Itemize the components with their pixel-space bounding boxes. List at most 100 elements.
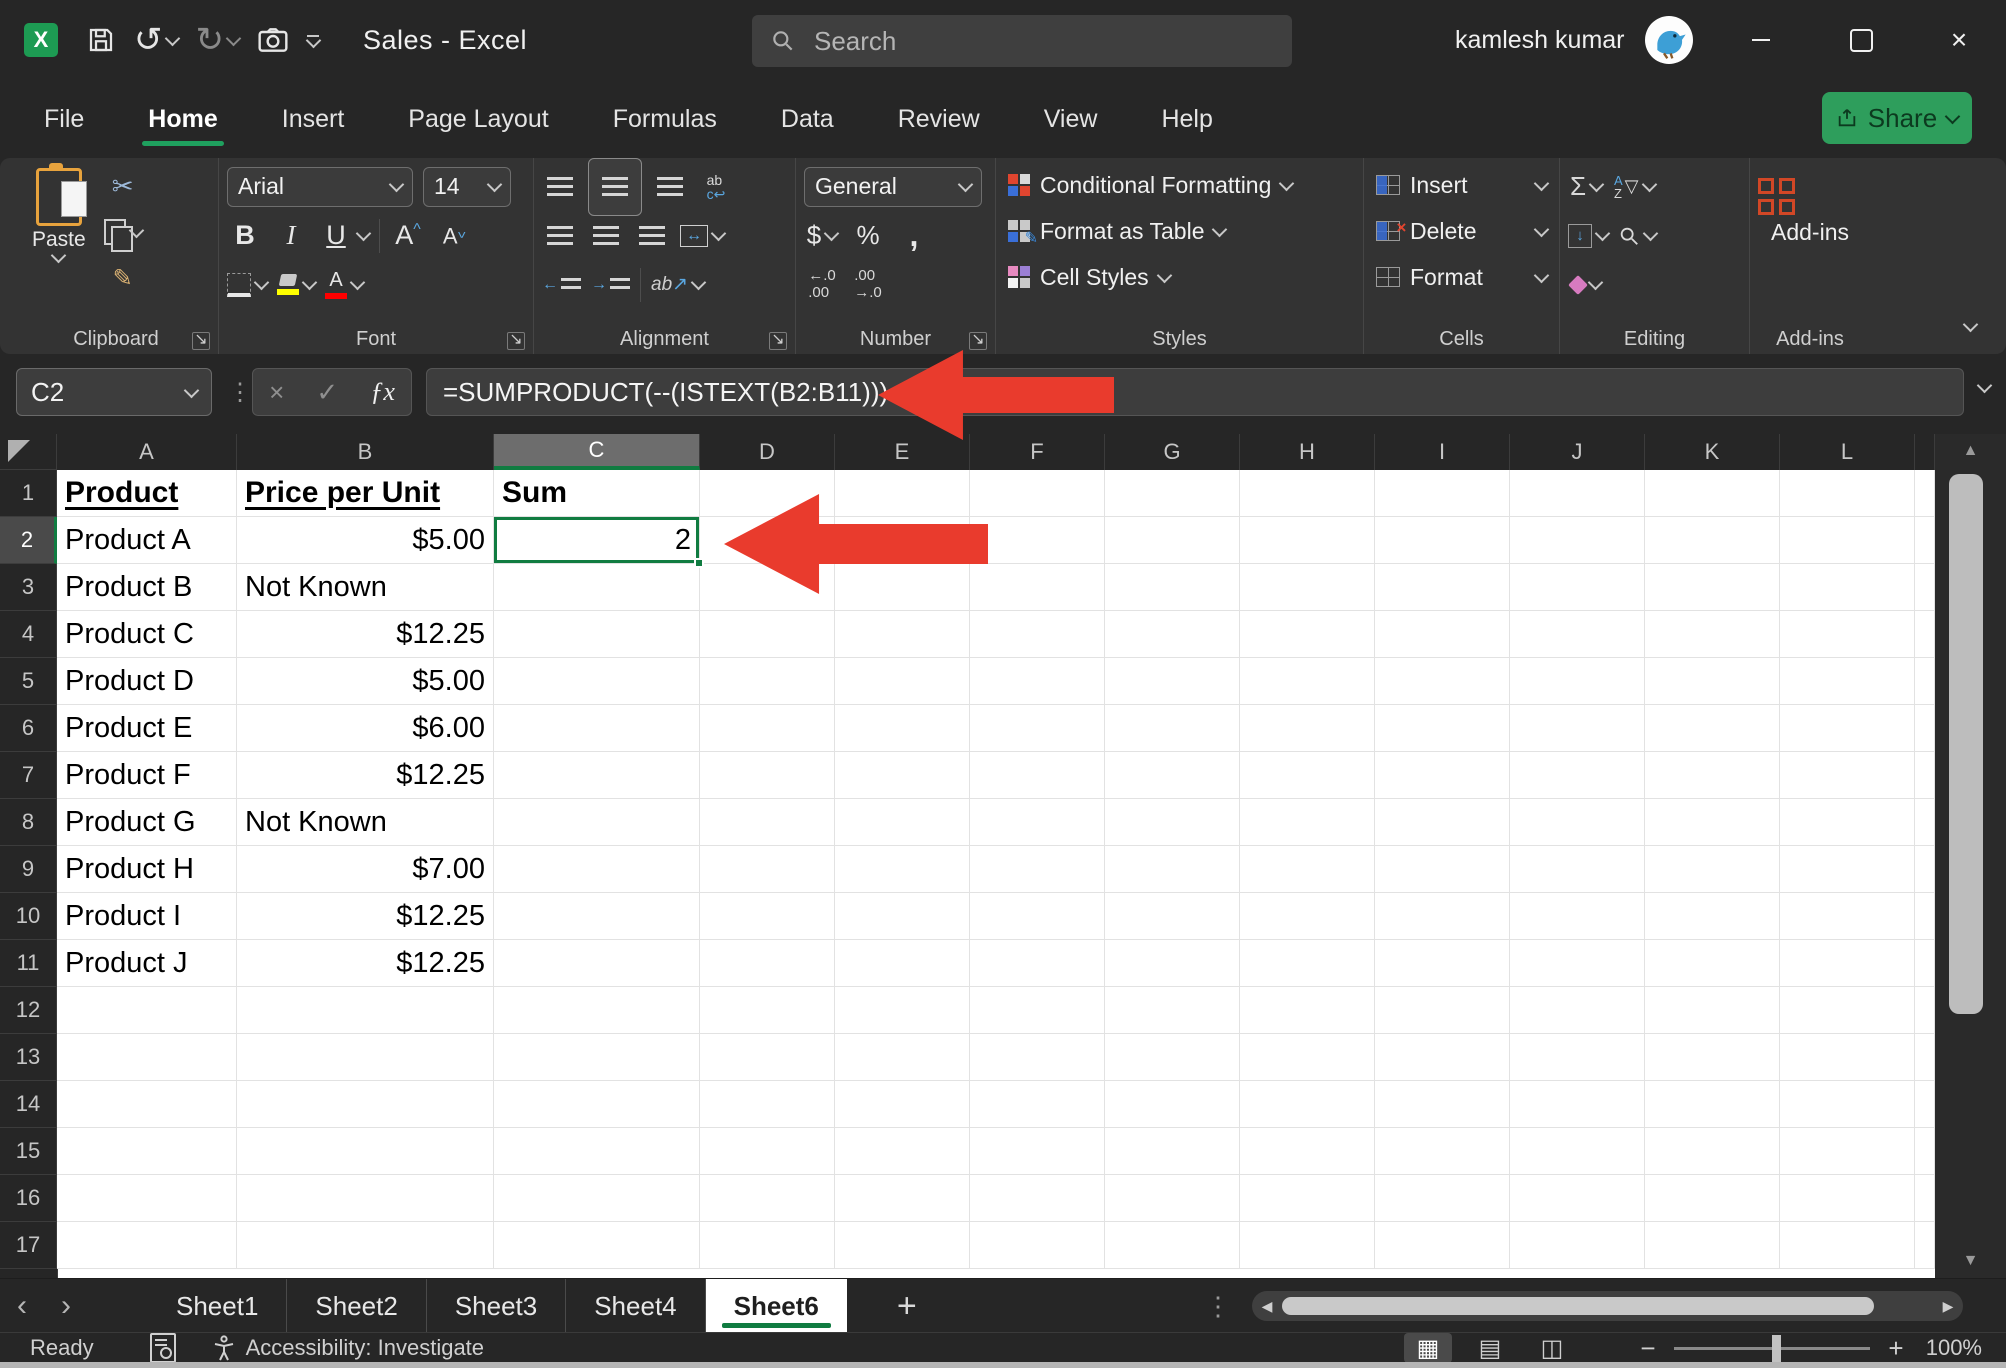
cell-I17[interactable] — [1375, 1222, 1510, 1269]
cell-H11[interactable] — [1240, 940, 1375, 987]
cell-C14[interactable] — [494, 1081, 700, 1128]
align-left-button[interactable] — [542, 216, 578, 256]
cell-F17[interactable] — [970, 1222, 1105, 1269]
cell-G1[interactable] — [1105, 470, 1240, 517]
cell-A5[interactable]: Product D — [57, 658, 237, 705]
borders-button[interactable] — [227, 265, 267, 305]
zoom-slider[interactable] — [1674, 1347, 1870, 1350]
column-header-L[interactable]: L — [1780, 434, 1915, 470]
cell-F14[interactable] — [970, 1081, 1105, 1128]
view-page-break-button[interactable]: ◫ — [1528, 1333, 1576, 1363]
zoom-slider-thumb[interactable] — [1772, 1335, 1781, 1362]
cell-K5[interactable] — [1645, 658, 1780, 705]
cell-G10[interactable] — [1105, 893, 1240, 940]
increase-font-button[interactable]: A^ — [390, 216, 426, 256]
tab-help[interactable]: Help — [1155, 95, 1218, 144]
cell-G8[interactable] — [1105, 799, 1240, 846]
cell-K10[interactable] — [1645, 893, 1780, 940]
cell-B15[interactable] — [237, 1128, 494, 1175]
align-bottom-button[interactable] — [652, 167, 688, 207]
fill-handle[interactable] — [694, 558, 704, 568]
sheet-tab-sheet1[interactable]: Sheet1 — [148, 1279, 287, 1333]
cell-H6[interactable] — [1240, 705, 1375, 752]
cell-I8[interactable] — [1375, 799, 1510, 846]
column-header-K[interactable]: K — [1645, 434, 1780, 470]
cell-I5[interactable] — [1375, 658, 1510, 705]
cell-F7[interactable] — [970, 752, 1105, 799]
horizontal-scrollbar-thumb[interactable] — [1282, 1297, 1874, 1315]
cell-G16[interactable] — [1105, 1175, 1240, 1222]
cell-K11[interactable] — [1645, 940, 1780, 987]
cell-L5[interactable] — [1780, 658, 1915, 705]
cell-F8[interactable] — [970, 799, 1105, 846]
cell-J9[interactable] — [1510, 846, 1645, 893]
zoom-out-button[interactable]: − — [1636, 1333, 1660, 1364]
conditional-formatting-button[interactable]: Conditional Formatting — [1004, 162, 1355, 208]
column-header-J[interactable]: J — [1510, 434, 1645, 470]
cell-E6[interactable] — [835, 705, 970, 752]
cell-L9[interactable] — [1780, 846, 1915, 893]
row-header-3[interactable]: 3 — [0, 564, 57, 611]
cell-I11[interactable] — [1375, 940, 1510, 987]
cell-A1[interactable]: Product — [57, 470, 237, 517]
cell-E15[interactable] — [835, 1128, 970, 1175]
cell-J15[interactable] — [1510, 1128, 1645, 1175]
cell-F11[interactable] — [970, 940, 1105, 987]
cell-C9[interactable] — [494, 846, 700, 893]
column-header-G[interactable]: G — [1105, 434, 1240, 470]
cell-J6[interactable] — [1510, 705, 1645, 752]
cut-button[interactable]: ✂ — [104, 166, 142, 206]
tab-insert[interactable]: Insert — [276, 95, 351, 144]
cell-B13[interactable] — [237, 1034, 494, 1081]
cell-C4[interactable] — [494, 611, 700, 658]
cell-L14[interactable] — [1780, 1081, 1915, 1128]
cell-A12[interactable] — [57, 987, 237, 1034]
vertical-scrollbar-thumb[interactable] — [1949, 474, 1983, 1014]
cell-E5[interactable] — [835, 658, 970, 705]
cell-J5[interactable] — [1510, 658, 1645, 705]
addins-button[interactable]: Add-ins — [1758, 162, 1862, 246]
cell-J2[interactable] — [1510, 517, 1645, 564]
cell-D12[interactable] — [700, 987, 835, 1034]
cell-C11[interactable] — [494, 940, 700, 987]
chevron-down-icon[interactable] — [302, 275, 318, 291]
cell-L13[interactable] — [1780, 1034, 1915, 1081]
cell-E9[interactable] — [835, 846, 970, 893]
cell-C8[interactable] — [494, 799, 700, 846]
tab-view[interactable]: View — [1038, 95, 1104, 144]
cell-C13[interactable] — [494, 1034, 700, 1081]
cell-A11[interactable]: Product J — [57, 940, 237, 987]
column-header-C[interactable]: C — [494, 434, 700, 470]
format-painter-button[interactable]: ✎ — [104, 258, 142, 298]
accessibility-status[interactable]: Accessibility: Investigate — [212, 1335, 484, 1361]
cell-K14[interactable] — [1645, 1081, 1780, 1128]
tab-home[interactable]: Home — [142, 95, 223, 144]
column-header-E[interactable]: E — [835, 434, 970, 470]
cell-A7[interactable]: Product F — [57, 752, 237, 799]
row-header-14[interactable]: 14 — [0, 1081, 57, 1128]
cell-J1[interactable] — [1510, 470, 1645, 517]
user-name[interactable]: kamlesh kumar — [1455, 0, 1625, 80]
cell-H1[interactable] — [1240, 470, 1375, 517]
cell-F5[interactable] — [970, 658, 1105, 705]
cell-A13[interactable] — [57, 1034, 237, 1081]
row-header-5[interactable]: 5 — [0, 658, 57, 705]
cell-F6[interactable] — [970, 705, 1105, 752]
cell-J8[interactable] — [1510, 799, 1645, 846]
scroll-right-icon[interactable]: ▶ — [1933, 1298, 1963, 1315]
cell-A14[interactable] — [57, 1081, 237, 1128]
cell-I1[interactable] — [1375, 470, 1510, 517]
dialog-launcher-icon[interactable]: ↘ — [507, 332, 525, 350]
chevron-down-icon[interactable] — [1589, 177, 1605, 193]
tab-page-layout[interactable]: Page Layout — [402, 95, 554, 144]
column-header-A[interactable]: A — [57, 434, 237, 470]
cell-C15[interactable] — [494, 1128, 700, 1175]
currency-format-button[interactable]: $ — [804, 216, 840, 256]
cell-L11[interactable] — [1780, 940, 1915, 987]
italic-button[interactable]: I — [273, 216, 309, 256]
cell-C10[interactable] — [494, 893, 700, 940]
cell-L3[interactable] — [1780, 564, 1915, 611]
cell-styles-button[interactable]: Cell Styles — [1004, 254, 1355, 300]
cell-K7[interactable] — [1645, 752, 1780, 799]
maximize-button[interactable] — [1830, 0, 1892, 80]
